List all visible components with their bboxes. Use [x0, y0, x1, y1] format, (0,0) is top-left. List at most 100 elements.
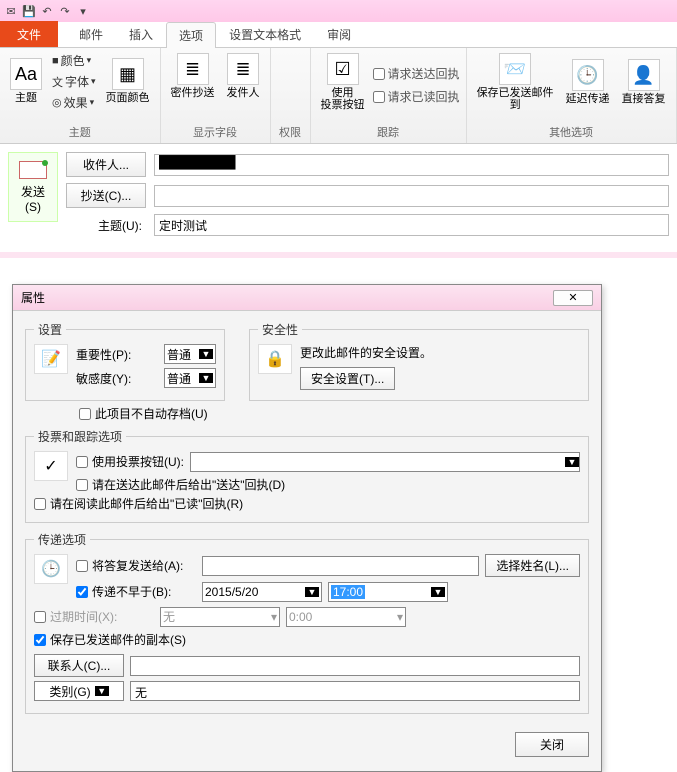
ribbon-group-label: 跟踪 [317, 122, 460, 140]
to-input[interactable]: █████████ [154, 154, 669, 176]
not-before-checkbox[interactable]: 传递不早于(B): [76, 583, 196, 600]
tab-review[interactable]: 审阅 [314, 21, 364, 47]
request-delivery-label: 请求送达回执 [388, 65, 460, 82]
undo-icon[interactable]: ↶ [40, 4, 54, 18]
voting-legend: 投票和跟踪选项 [34, 428, 126, 445]
delay-label: 延迟传递 [566, 93, 610, 105]
voting-combo[interactable]: ▼ [190, 452, 580, 472]
page-color-icon: ▦ [112, 58, 144, 90]
delivery-receipt-checkbox[interactable]: 请在送达此邮件后给出"送达"回执(D) [76, 476, 580, 493]
categories-button[interactable]: 类别(G)▼ [34, 681, 124, 701]
save-copy-checkbox[interactable]: 保存已发送邮件的副本(S) [34, 631, 580, 648]
cc-input[interactable] [154, 185, 669, 207]
send-button[interactable]: 发送 (S) [8, 152, 58, 222]
from-icon: ≣ [227, 53, 259, 85]
ribbon-group-label: 主题 [6, 122, 154, 140]
compose-area: 发送 (S) 收件人... █████████ 抄送(C)... 主题(U): [0, 144, 677, 258]
settings-icon: 📝 [34, 344, 68, 374]
page-color-button[interactable]: ▦ 页面颜色 [102, 56, 154, 106]
reply-to-checkbox[interactable]: 将答复发送给(A): [76, 557, 196, 574]
importance-value: 普通 [167, 346, 191, 363]
voting-label: 使用 投票按钮 [321, 87, 365, 111]
not-before-time[interactable]: 17:00▼ [328, 582, 448, 602]
dialog-titlebar: 属性 ✕ [13, 285, 601, 311]
not-before-date-value: 2015/5/20 [205, 585, 258, 599]
importance-label: 重要性(P): [76, 346, 158, 363]
ribbon: Aa 主题 ■ 颜色 ▾ 文 字体 ▾ ◎ 效果 ▾ ▦ 页面颜色 主题 ≣ 密… [0, 48, 677, 144]
sensitivity-value: 普通 [167, 370, 191, 387]
security-settings-button[interactable]: 安全设置(T)... [300, 367, 395, 390]
delivery-receipt-label: 请在送达此邮件后给出"送达"回执(D) [92, 476, 285, 493]
to-button[interactable]: 收件人... [66, 152, 146, 177]
theme-fonts-label: 字体 [65, 73, 89, 90]
contacts-input[interactable] [130, 656, 580, 676]
importance-select[interactable]: 普通▼ [164, 344, 216, 364]
read-receipt-label: 请在阅读此邮件后给出"已读"回执(R) [50, 495, 243, 512]
voting-tracking-group: 投票和跟踪选项 ✓ 使用投票按钮(U): ▼ 请在送达此邮件后给出"送达"回执(… [25, 428, 589, 523]
read-receipt-checkbox[interactable]: 请在阅读此邮件后给出"已读"回执(R) [34, 495, 580, 512]
contacts-button[interactable]: 联系人(C)... [34, 654, 124, 677]
security-group: 安全性 🔒 更改此邮件的安全设置。 安全设置(T)... [249, 321, 589, 401]
tab-insert[interactable]: 插入 [116, 21, 166, 47]
dialog-title-text: 属性 [21, 289, 45, 306]
qat-dropdown-icon[interactable]: ▾ [76, 4, 90, 18]
categories-label: 类别(G) [49, 683, 90, 700]
redo-icon[interactable]: ↷ [58, 4, 72, 18]
tab-format[interactable]: 设置文本格式 [216, 21, 314, 47]
theme-effects-button[interactable]: ◎ 效果 ▾ [50, 93, 98, 112]
select-names-button[interactable]: 选择姓名(L)... [485, 554, 580, 577]
themes-label: 主题 [15, 92, 37, 104]
categories-input[interactable]: 无 [130, 681, 580, 701]
direct-reply-button[interactable]: 👤 直接答复 [618, 57, 670, 107]
bcc-icon: ≣ [177, 53, 209, 85]
from-button[interactable]: ≣ 发件人 [223, 51, 264, 101]
delivery-options-group: 传递选项 🕒 将答复发送给(A): 选择姓名(L)... 传递不早于(B): 2… [25, 531, 589, 714]
theme-fonts-button[interactable]: 文 字体 ▾ [50, 72, 98, 91]
expires-date: 无▾ [160, 607, 280, 627]
not-before-label: 传递不早于(B): [92, 583, 171, 600]
voting-icon: ☑ [327, 53, 359, 85]
request-delivery-checkbox[interactable]: 请求送达回执 [373, 65, 460, 82]
clock-icon: 🕒 [572, 59, 604, 91]
ribbon-group-label: 显示字段 [167, 122, 264, 140]
reply-icon: 👤 [628, 59, 660, 91]
expires-checkbox[interactable]: 过期时间(X): [34, 608, 154, 625]
delivery-icon: 🕒 [34, 554, 68, 584]
themes-button[interactable]: Aa 主题 [6, 56, 46, 106]
sensitivity-label: 敏感度(Y): [76, 370, 158, 387]
subject-input[interactable] [154, 214, 669, 236]
security-legend: 安全性 [258, 321, 302, 338]
no-autoarchive-checkbox[interactable] [79, 408, 91, 420]
ribbon-group-label: 其他选项 [473, 122, 670, 140]
voting-button[interactable]: ☑ 使用 投票按钮 [317, 51, 369, 113]
bcc-button[interactable]: ≣ 密件抄送 [167, 51, 219, 101]
request-read-label: 请求已读回执 [388, 88, 460, 105]
ribbon-group-fields: ≣ 密件抄送 ≣ 发件人 显示字段 [161, 48, 271, 143]
reply-to-input[interactable] [202, 556, 479, 576]
not-before-time-value: 17:00 [331, 585, 365, 599]
save-sent-label: 保存已发送邮件 到 [477, 87, 554, 111]
expires-time: 0:00▾ [286, 607, 406, 627]
delay-delivery-button[interactable]: 🕒 延迟传递 [562, 57, 614, 107]
theme-colors-button[interactable]: ■ 颜色 ▾ [50, 51, 98, 70]
ribbon-group-tracking: ☑ 使用 投票按钮 请求送达回执 请求已读回执 跟踪 [311, 48, 467, 143]
tab-mail[interactable]: 邮件 [66, 21, 116, 47]
not-before-date[interactable]: 2015/5/20▼ [202, 582, 322, 602]
tab-file[interactable]: 文件 [0, 21, 58, 47]
ribbon-group-theme: Aa 主题 ■ 颜色 ▾ 文 字体 ▾ ◎ 效果 ▾ ▦ 页面颜色 主题 [0, 48, 161, 143]
sensitivity-select[interactable]: 普通▼ [164, 368, 216, 388]
expires-date-value: 无 [163, 608, 175, 625]
request-read-checkbox[interactable]: 请求已读回执 [373, 88, 460, 105]
use-voting-checkbox[interactable]: 使用投票按钮(U): [76, 453, 184, 470]
tab-options[interactable]: 选项 [166, 22, 216, 48]
ribbon-tabs: 文件 邮件 插入 选项 设置文本格式 审阅 [0, 22, 677, 48]
save-sent-button[interactable]: 📨 保存已发送邮件 到 [473, 51, 558, 113]
close-button[interactable]: 关闭 [515, 732, 589, 757]
reply-to-label: 将答复发送给(A): [92, 557, 183, 574]
close-icon[interactable]: ✕ [553, 290, 593, 306]
themes-icon: Aa [10, 58, 42, 90]
theme-effects-label: 效果 [64, 94, 88, 111]
cc-button[interactable]: 抄送(C)... [66, 183, 146, 208]
settings-legend: 设置 [34, 321, 66, 338]
save-icon[interactable]: 💾 [22, 4, 36, 18]
